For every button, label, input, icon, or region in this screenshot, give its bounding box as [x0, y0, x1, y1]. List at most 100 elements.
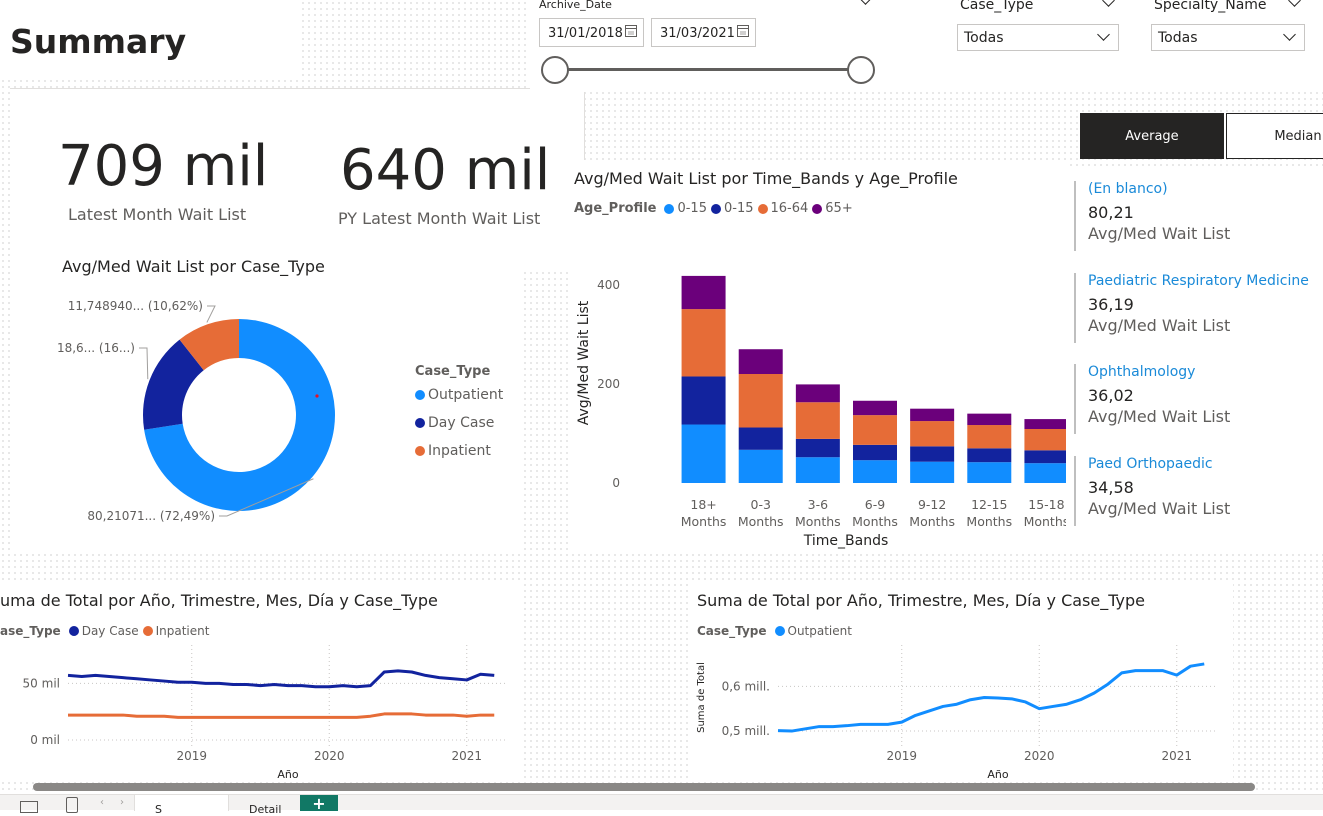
line-chart-1-title: uma de Total por Año, Trimestre, Mes, Dí… — [0, 591, 438, 610]
bar-segment — [910, 461, 955, 483]
horizontal-scrollbar[interactable] — [33, 783, 1255, 791]
legend-marker — [710, 203, 721, 214]
line-chart-1[interactable]: 0 mil 50 mil 2019 2020 2021 Año — [0, 645, 520, 780]
legend-item[interactable]: Outpatient — [415, 387, 503, 403]
bar-segment — [1024, 419, 1066, 429]
legend-item[interactable]: 16-64 — [757, 201, 808, 216]
case-type-dropdown[interactable]: Todas — [957, 24, 1119, 51]
bar-segment — [853, 444, 897, 461]
card-category: (En blanco) — [1088, 181, 1168, 197]
legend-item[interactable]: 0-15 — [710, 201, 754, 216]
legend-marker — [142, 626, 153, 636]
card-value: 80,21 — [1088, 203, 1134, 222]
x-axis-title: Time_Bands — [803, 533, 889, 549]
x-tick-label: 2020 — [314, 749, 345, 763]
legend-marker — [664, 203, 675, 214]
legend-item[interactable]: Inpatient — [142, 624, 210, 638]
line-chart-2[interactable]: 0,5 mill. 0,6 mill. 2019 2020 2021 Año Suma de… — [690, 645, 1230, 780]
legend-marker — [415, 418, 425, 428]
legend-item[interactable]: Day Case — [68, 624, 139, 638]
bar-segment — [1024, 428, 1066, 451]
x-tick-label: 2020 — [1024, 749, 1055, 763]
legend-label: Inpatient — [428, 443, 491, 459]
legend-item[interactable]: Outpatient — [774, 624, 852, 638]
calendar-icon[interactable] — [625, 25, 637, 37]
bar-segment — [795, 438, 840, 458]
y-axis-title: Avg/Med Wait List — [576, 300, 592, 425]
card-category: Paed Orthopaedic — [1088, 456, 1213, 472]
x-tick-label: 2021 — [451, 749, 482, 763]
legend-label: Day Case — [428, 415, 495, 431]
card-row: Ophthalmology 36,02 Avg/Med Wait List — [1074, 364, 1323, 434]
date-range-slider-start-handle[interactable] — [541, 56, 569, 84]
bar-segment — [738, 449, 783, 483]
legend-label: Day Case — [81, 624, 139, 638]
donut-chart-title: Avg/Med Wait List por Case_Type — [62, 257, 325, 276]
median-button[interactable]: Median — [1226, 113, 1323, 159]
x-tick-label: 0-3 — [751, 497, 771, 512]
legend-label: 0-15 — [723, 201, 754, 216]
legend-item[interactable]: Day Case — [415, 415, 494, 431]
specialty-dropdown[interactable]: Todas — [1151, 24, 1305, 51]
card-category: Paediatric Respiratory Medicine — [1088, 273, 1309, 289]
tab-summary[interactable]: S — [134, 795, 229, 816]
card-category: Ophthalmology — [1088, 364, 1196, 380]
mobile-view-icon[interactable] — [66, 797, 78, 813]
y-tick-label: 0 — [612, 476, 620, 490]
average-button[interactable]: Average — [1080, 113, 1224, 159]
bar-segment — [1024, 450, 1066, 464]
legend-label: Outpatient — [428, 387, 504, 403]
kpi-latest-month-value: 709 mil — [58, 134, 269, 199]
x-tick-label: Months — [795, 514, 841, 529]
calendar-icon[interactable] — [737, 25, 749, 37]
card-value: 36,02 — [1088, 386, 1134, 405]
archive-date-to-input[interactable]: 31/03/2021 — [651, 18, 756, 47]
line-chart-1-legend-title: ase_Type — [0, 624, 61, 638]
y-tick-label: 0,6 mill. — [722, 679, 770, 693]
x-tick-label: 18+ — [690, 497, 716, 512]
x-tick-label: 9-12 — [918, 497, 946, 512]
bar-segment — [853, 460, 897, 483]
legend-label: Inpatient — [155, 624, 210, 638]
page-view-icon[interactable] — [20, 801, 38, 813]
date-range-slider-track[interactable] — [555, 68, 861, 71]
x-tick-label: Months — [852, 514, 898, 529]
bar-chart[interactable]: 0 200 400 Avg/Med Wait List 18+ Months 0-3 Mont… — [568, 225, 1066, 555]
selection-marker — [315, 394, 319, 398]
legend-marker — [415, 446, 425, 456]
date-range-slider-end-handle[interactable] — [847, 56, 875, 84]
legend-item[interactable]: Inpatient — [415, 443, 491, 459]
y-axis-title: Suma de Total — [696, 662, 707, 733]
legend-item[interactable]: 0-15 — [664, 201, 707, 216]
card-label: Avg/Med Wait List — [1088, 499, 1231, 518]
line-chart-2-legend: Case_Type Outpatient — [697, 624, 856, 638]
line-chart-1-legend: ase_Type Day Case Inpatient — [0, 624, 213, 638]
card-value: 34,58 — [1088, 478, 1134, 497]
tab-detail[interactable]: Detail — [229, 795, 299, 816]
archive-date-label: Archive_Date — [539, 0, 612, 11]
legend-marker — [68, 626, 79, 636]
legend-label: 65+ — [825, 201, 853, 216]
leader-line — [139, 347, 149, 380]
legend-marker — [415, 390, 425, 400]
x-axis-title: Año — [277, 768, 298, 780]
card-value: 36,19 — [1088, 295, 1134, 314]
bar-segment — [910, 446, 955, 462]
donut-data-label: 80,21071... (72,49%) — [87, 509, 215, 523]
bar-segment — [967, 425, 1012, 449]
x-tick-label: 2019 — [886, 749, 917, 763]
x-tick-label: 12-15 — [971, 497, 1007, 512]
chevron-down-icon — [1097, 28, 1110, 41]
next-page-icon[interactable]: › — [120, 797, 124, 808]
archive-date-from-input[interactable]: 31/01/2018 — [539, 18, 644, 47]
prev-page-icon[interactable]: ‹ — [100, 797, 104, 808]
series-line — [67, 669, 495, 689]
add-page-button[interactable]: + — [300, 795, 338, 813]
x-tick-label: 2019 — [176, 749, 207, 763]
bar-segment — [910, 408, 955, 422]
y-tick-label: 400 — [597, 278, 620, 292]
legend-item[interactable]: 65+ — [812, 201, 853, 216]
card-label: Avg/Med Wait List — [1088, 407, 1231, 426]
bar-segment — [853, 400, 897, 416]
card-label: Avg/Med Wait List — [1088, 316, 1231, 335]
